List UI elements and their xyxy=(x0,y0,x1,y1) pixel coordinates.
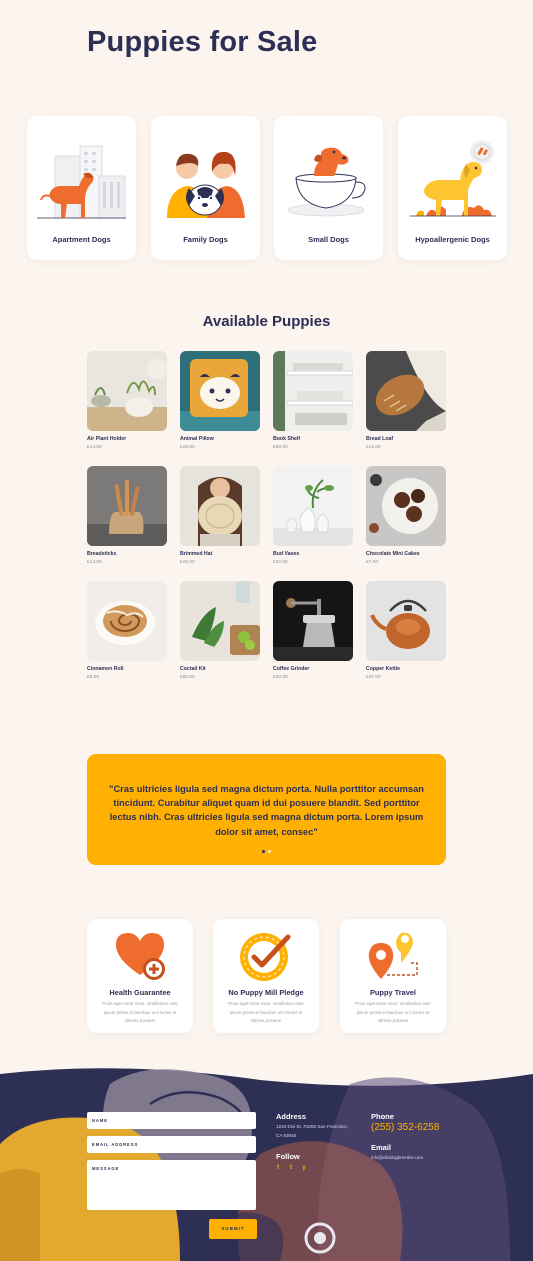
product-card[interactable]: Animal Pillow £28.00 xyxy=(180,351,260,450)
product-image-brimmed-hat[interactable] xyxy=(180,466,260,546)
page-title: Puppies for Sale xyxy=(87,26,318,58)
product-price: £8.00 xyxy=(87,675,100,680)
submit-button[interactable]: SUBMIT xyxy=(209,1219,257,1239)
product-card[interactable]: Bud Vases £22.00 xyxy=(273,466,353,565)
map-pins-icon xyxy=(368,932,418,979)
product-image-copper-kettle[interactable] xyxy=(366,581,446,661)
product-price: £7.00 xyxy=(366,560,379,565)
product-name[interactable]: Chocolate Mini Cakes xyxy=(366,551,420,557)
address-line1: 1234 Divi St. #1000 San Francisco, xyxy=(276,1124,349,1129)
product-price: £28.00 xyxy=(180,445,195,450)
email-field-label: EMAIL ADDRESS xyxy=(92,1142,139,1147)
address-line2: CA 93945 xyxy=(276,1133,297,1138)
category-label: Family Dogs xyxy=(183,235,228,244)
twitter-icon[interactable]: t xyxy=(287,1164,295,1172)
feature-title: Health Guarantee xyxy=(109,988,171,997)
product-name[interactable]: Copper Kettle xyxy=(366,666,400,672)
product-card[interactable]: Air Plant Holder £14.00 xyxy=(87,351,167,450)
product-card[interactable]: Bread Loaf £12.00 xyxy=(366,351,446,450)
message-field-label: MESSAGE xyxy=(92,1166,120,1171)
product-card[interactable]: Chocolate Mini Cakes £7.00 xyxy=(366,466,446,565)
product-price: £14.00 xyxy=(87,445,102,450)
slider-dot[interactable] xyxy=(268,850,271,853)
email-heading: Email xyxy=(371,1143,392,1152)
feature-text: Proin eget tortor risus. Vestibulum ante… xyxy=(102,1001,178,1023)
footer-dog-illustration xyxy=(0,1068,533,1261)
feature-title: No Puppy Mill Pledge xyxy=(228,988,304,997)
product-card[interactable]: Coffee Grinder £30.00 xyxy=(273,581,353,680)
product-price: £30.00 xyxy=(273,675,288,680)
product-name[interactable]: Bud Vases xyxy=(273,551,299,557)
name-field-label: NAME xyxy=(92,1118,108,1123)
feature-card-puppy-travel: Puppy Travel Proin eget tortor risus. Ve… xyxy=(340,919,446,1033)
product-image-book-shelf[interactable] xyxy=(273,351,353,431)
product-card[interactable]: Book Shelf £99.00 xyxy=(273,351,353,450)
category-card-family-dogs[interactable]: Family Dogs xyxy=(151,116,260,260)
feature-title: Puppy Travel xyxy=(369,988,416,997)
category-label: Small Dogs xyxy=(308,235,349,244)
product-name[interactable]: Animal Pillow xyxy=(180,436,214,442)
product-card[interactable]: Cinnamon Roll £8.00 xyxy=(87,581,167,680)
youtube-icon[interactable]: y xyxy=(300,1164,308,1172)
product-name[interactable]: Coffee Grinder xyxy=(273,666,309,672)
product-image-coctail-kit[interactable] xyxy=(180,581,260,661)
product-image-breadsticks[interactable] xyxy=(87,466,167,546)
product-image-bud-vases[interactable] xyxy=(273,466,353,546)
hypoallergenic-dog-illustration xyxy=(410,140,496,217)
family-dog-illustration xyxy=(167,151,245,218)
product-price: £47.00 xyxy=(366,675,381,680)
product-card[interactable]: Brimmed Hat £25.00 xyxy=(180,466,260,565)
category-label: Hypoallergenic Dogs xyxy=(415,235,490,244)
feature-text: Proin eget tortor risus. Vestibulum ante… xyxy=(355,1001,431,1023)
phone-link[interactable]: (255) 352-6258 xyxy=(371,1122,439,1133)
product-price: £12.00 xyxy=(366,445,381,450)
category-card-small-dogs[interactable]: Small Dogs xyxy=(274,116,383,260)
message-field[interactable]: MESSAGE xyxy=(87,1160,256,1210)
address-heading: Address xyxy=(276,1112,307,1121)
product-image-coffee-grinder[interactable] xyxy=(273,581,353,661)
category-label: Apartment Dogs xyxy=(52,235,111,244)
product-name[interactable]: Breadsticks xyxy=(87,551,116,557)
feature-card-no-puppy-mill-pledge: No Puppy Mill Pledge Proin eget tortor r… xyxy=(213,919,319,1033)
testimonial-quote: "Cras ultricies ligula sed magna dictum … xyxy=(109,784,424,837)
category-row: Apartment Dogs Family Dogs Small Dogs Hy… xyxy=(27,116,507,260)
product-price: £22.00 xyxy=(273,560,288,565)
product-name[interactable]: Air Plant Holder xyxy=(87,436,126,442)
product-price: £25.00 xyxy=(180,560,195,565)
product-name[interactable]: Brimmed Hat xyxy=(180,551,212,557)
product-price: £60.00 xyxy=(180,675,195,680)
email-link[interactable]: info@dividogbreeder.com xyxy=(371,1154,423,1162)
email-field[interactable]: EMAIL ADDRESS xyxy=(87,1136,256,1153)
checkmark-seal-icon xyxy=(240,933,291,981)
product-image-cinnamon-roll[interactable] xyxy=(87,581,167,661)
name-field[interactable]: NAME xyxy=(87,1112,256,1129)
product-card[interactable]: Coctail Kit £60.00 xyxy=(180,581,260,680)
small-dog-teacup-illustration xyxy=(287,147,366,217)
product-image-air-plant-holder[interactable] xyxy=(87,351,167,431)
product-card[interactable]: Breadsticks £14.00 xyxy=(87,466,167,565)
category-card-hypoallergenic-dogs[interactable]: Hypoallergenic Dogs xyxy=(398,116,507,260)
product-image-bread-loaf[interactable] xyxy=(366,351,446,431)
feature-card-health-guarantee: Health Guarantee Proin eget tortor risus… xyxy=(87,919,193,1033)
apartment-dog-illustration xyxy=(37,145,126,219)
heart-plus-icon xyxy=(116,933,165,980)
slider-dot-active[interactable] xyxy=(262,850,265,853)
product-name[interactable]: Coctail Kit xyxy=(180,666,206,672)
product-image-animal-pillow[interactable] xyxy=(180,351,260,431)
product-name[interactable]: Bread Loaf xyxy=(366,436,393,442)
category-card-apartment-dogs[interactable]: Apartment Dogs xyxy=(27,116,136,260)
products-section-title: Available Puppies xyxy=(202,313,331,330)
follow-heading: Follow xyxy=(276,1152,300,1161)
product-card[interactable]: Copper Kettle £47.00 xyxy=(366,581,446,680)
testimonial-slider: "Cras ultricies ligula sed magna dictum … xyxy=(87,754,446,865)
product-name[interactable]: Cinnamon Roll xyxy=(87,666,124,672)
product-name[interactable]: Book Shelf xyxy=(273,436,300,442)
product-price: £14.00 xyxy=(87,560,102,565)
facebook-icon[interactable]: f xyxy=(274,1164,282,1172)
phone-heading: Phone xyxy=(371,1112,394,1121)
product-image-chocolate-mini-cakes[interactable] xyxy=(366,466,446,546)
product-price: £99.00 xyxy=(273,445,288,450)
footer xyxy=(0,1064,533,1261)
feature-text: Proin eget tortor risus. Vestibulum ante… xyxy=(228,1001,304,1023)
